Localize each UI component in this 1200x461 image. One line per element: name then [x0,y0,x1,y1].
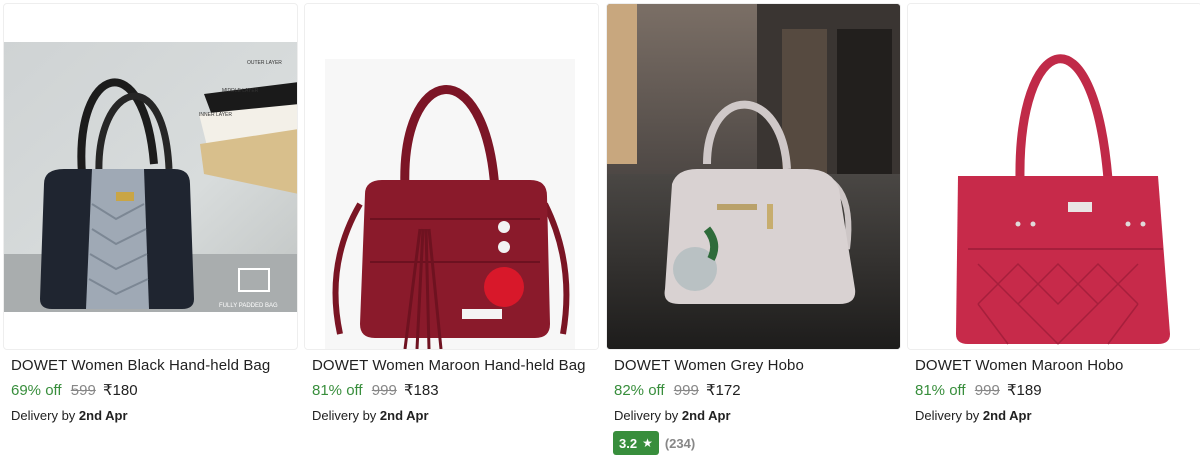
product-grid: FULLY PADDED BAG OUTER LAYER MIDDLE LAYE… [0,0,1200,461]
selling-price: ₹180 [102,382,138,399]
product-title[interactable]: DOWET Women Grey Hobo [614,357,804,374]
grey-hobo-image [607,4,900,349]
delivery-info: Delivery by 2nd Apr [312,408,429,423]
price-row: 82% off 999 ₹172 [614,381,741,399]
delivery-date: 2nd Apr [982,408,1032,423]
selling-price: ₹189 [1006,382,1042,399]
product-card[interactable]: DOWET Women Grey Hobo 82% off 999 ₹172 D… [606,0,901,461]
layer-label: OUTER LAYER [247,60,282,66]
price-row: 81% off 999 ₹189 [915,381,1042,399]
rating-value: 3.2 [619,435,638,451]
product-title[interactable]: DOWET Women Black Hand-held Bag [11,357,270,374]
discount-text: 82% off [614,382,665,399]
product-image[interactable] [606,3,901,350]
delivery-info: Delivery by 2nd Apr [11,408,128,423]
rating-badge[interactable]: 3.2 ★ [613,431,659,455]
product-title[interactable]: DOWET Women Maroon Hand-held Bag [312,357,586,374]
delivery-date: 2nd Apr [78,408,128,423]
product-image[interactable]: FULLY PADDED BAG OUTER LAYER MIDDLE LAYE… [3,3,298,350]
mrp-price: 999 [974,382,1000,399]
layer-label: INNER LAYER [199,112,232,118]
maroon-hobo-image [908,4,1200,349]
discount-text: 69% off [11,382,62,399]
mrp-price: 599 [70,382,96,399]
price-row: 69% off 599 ₹180 [11,381,138,399]
delivery-date: 2nd Apr [681,408,731,423]
rating-count: (234) [664,435,696,451]
product-title[interactable]: DOWET Women Maroon Hobo [915,357,1123,374]
rating-row: 3.2 ★ (234) [613,431,695,455]
delivery-prefix: Delivery by [614,408,679,423]
mrp-price: 999 [371,382,397,399]
delivery-prefix: Delivery by [915,408,980,423]
discount-text: 81% off [915,382,966,399]
product-card[interactable]: FULLY PADDED BAG OUTER LAYER MIDDLE LAYE… [3,0,298,461]
delivery-prefix: Delivery by [11,408,76,423]
maroon-handbag-image [305,4,598,349]
delivery-info: Delivery by 2nd Apr [915,408,1032,423]
product-card[interactable]: DOWET Women Maroon Hand-held Bag 81% off… [304,0,599,461]
product-image[interactable] [304,3,599,350]
delivery-date: 2nd Apr [379,408,429,423]
black-handbag-image: FULLY PADDED BAG OUTER LAYER MIDDLE LAYE… [4,42,297,312]
mrp-price: 999 [673,382,699,399]
price-row: 81% off 999 ₹183 [312,381,439,399]
product-image[interactable] [907,3,1200,350]
delivery-info: Delivery by 2nd Apr [614,408,731,423]
selling-price: ₹172 [705,382,741,399]
discount-text: 81% off [312,382,363,399]
selling-price: ₹183 [403,382,439,399]
image-caption: FULLY PADDED BAG [219,303,278,309]
star-icon: ★ [642,436,653,450]
delivery-prefix: Delivery by [312,408,377,423]
product-card[interactable]: DOWET Women Maroon Hobo 81% off 999 ₹189… [907,0,1200,461]
layer-label: MIDDLE LAYER [222,88,259,94]
